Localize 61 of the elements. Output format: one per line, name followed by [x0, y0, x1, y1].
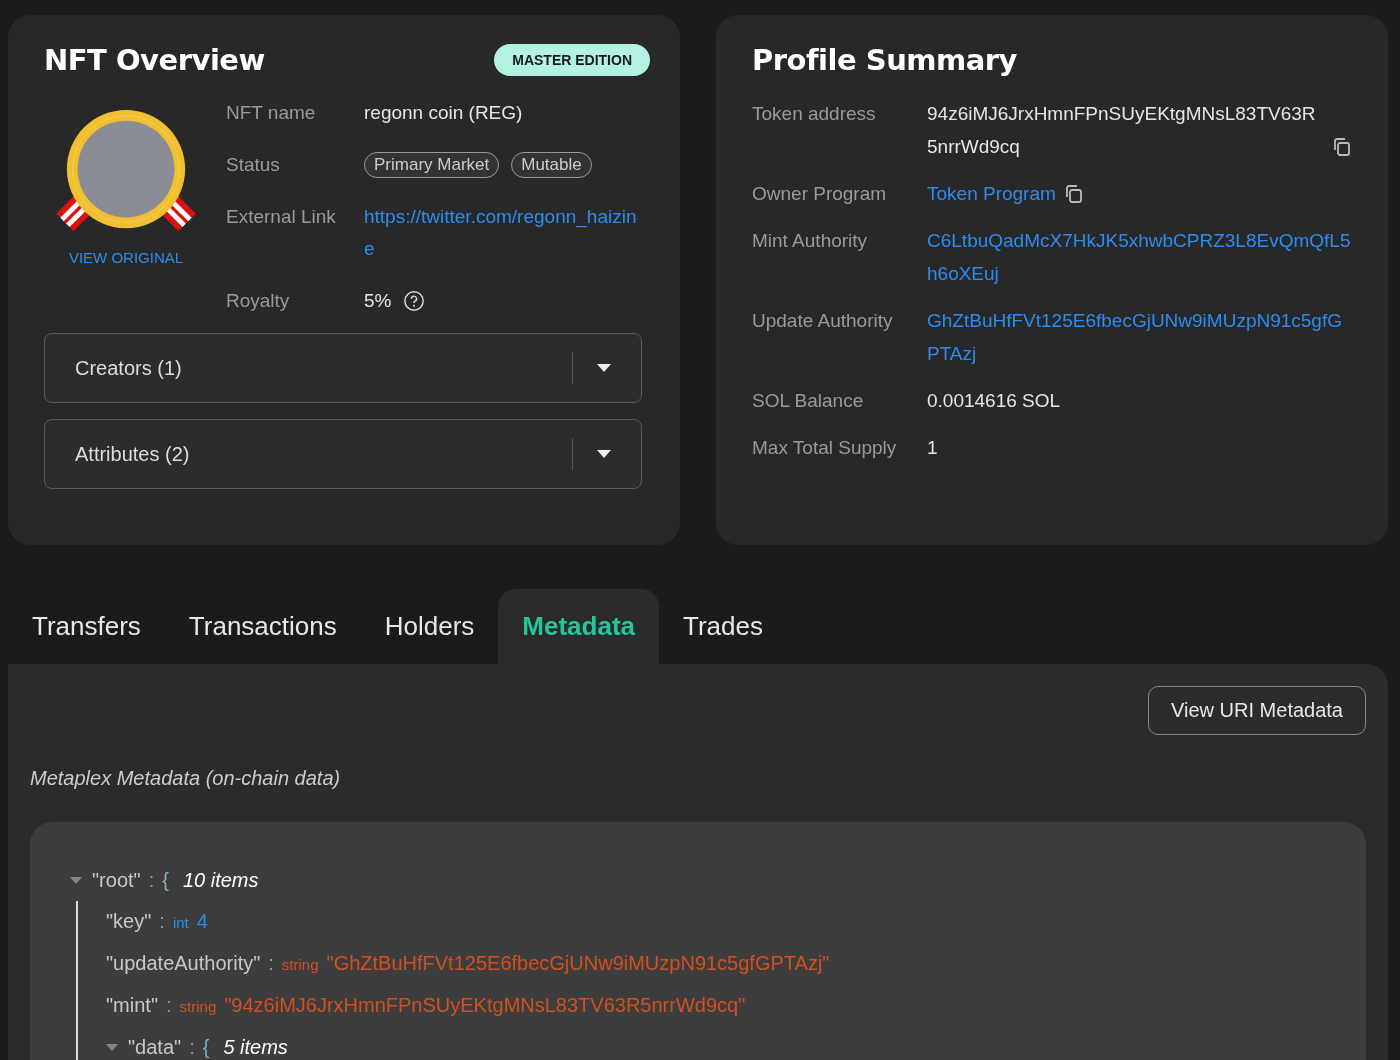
copy-icon[interactable] [1063, 184, 1084, 204]
tab[interactable]: Transactions [164, 589, 361, 664]
field-value: 94z6iMJ6JrxHmnFPnSUyEKtgMNsL83TV63R5nrrWd9cq [927, 102, 1317, 159]
json-type: string [281, 955, 319, 975]
view-uri-metadata-button[interactable]: View URI Metadata [1148, 686, 1366, 735]
json-colon: : [189, 1035, 195, 1060]
json-key: "mint" [106, 985, 158, 1026]
copy-icon[interactable] [1332, 137, 1352, 157]
json-value: "94z6iMJ6JrxHmnFPnSUyEKtgMNsL83TV63R5nrrWd9cq" [224, 993, 746, 1018]
card-title: Profile Summary [752, 43, 1017, 77]
json-key: "updateAuthority" [106, 943, 261, 984]
field-label: Owner Program [752, 182, 888, 206]
field-label: Update Authority [752, 309, 894, 333]
tab[interactable]: Holders [360, 589, 499, 664]
tab[interactable]: Metadata [498, 589, 659, 664]
json-key: "key" [106, 901, 152, 942]
tab[interactable]: Transfers [8, 589, 165, 664]
json-type: int [172, 913, 189, 933]
collapse-triangle-icon[interactable] [106, 1043, 118, 1052]
caret-icon [597, 450, 611, 458]
field-label: Mint Authority [752, 229, 869, 253]
external-link[interactable]: https://twitter.com/regonn_haizine [364, 201, 644, 265]
field-label: Status [226, 153, 281, 177]
section-subtitle: Metaplex Metadata (on-chain data) [30, 767, 342, 790]
json-brace: { [162, 868, 169, 893]
accordion-button[interactable]: Attributes (2) [44, 419, 642, 489]
json-colon: : [159, 909, 165, 934]
address-link[interactable]: Token Program [927, 177, 1056, 210]
json-brace: { [202, 1035, 210, 1060]
field-label: Royalty [226, 289, 291, 313]
field-label: Max Total Supply [752, 436, 898, 460]
accordion-button[interactable]: Creators (1) [44, 333, 642, 403]
caret-icon [597, 364, 611, 372]
field-value: 0.0014616 SOL [927, 389, 1061, 413]
field-label: External Link [226, 205, 337, 229]
json-colon: : [268, 951, 274, 976]
status-tag: Primary Market [364, 152, 500, 178]
edition-badge: MASTER EDITION [494, 44, 650, 76]
address-link[interactable]: GhZtBuHfFVt125E6fbecGjUNw9iMUzpN91c5gfGPTAzj [927, 304, 1352, 370]
field-value: 1 [927, 436, 938, 460]
json-value: 4 [196, 909, 208, 934]
json-key: "data" [128, 1027, 182, 1060]
view-original-link[interactable]: VIEW ORIGINAL [68, 249, 184, 266]
status-tag: Mutable [511, 152, 592, 178]
field-value: 5% [364, 289, 392, 313]
field-label: SOL Balance [752, 389, 865, 413]
tab[interactable]: Trades [659, 589, 787, 664]
json-type: string [179, 997, 217, 1017]
json-colon: : [148, 868, 155, 893]
json-item-count: 5 items [223, 1035, 288, 1060]
json-colon: : [166, 993, 172, 1018]
help-icon[interactable] [403, 290, 426, 312]
field-value: regonn coin (REG) [364, 101, 523, 125]
collapse-triangle-icon[interactable] [70, 876, 82, 885]
field-label: Token address [752, 102, 877, 126]
field-label: NFT name [226, 101, 317, 125]
json-key: "root" [92, 860, 141, 901]
json-value: "GhZtBuHfFVt125E6fbecGjUNw9iMUzpN91c5gfGPTAzj" [326, 951, 830, 976]
address-link[interactable]: C6LtbuQadMcX7HkJK5xhwbCPRZ3L8EvQmQfL5h6oXEuj [927, 224, 1352, 290]
card-title: NFT Overview [44, 43, 265, 77]
json-item-count: 10 items [182, 868, 259, 893]
